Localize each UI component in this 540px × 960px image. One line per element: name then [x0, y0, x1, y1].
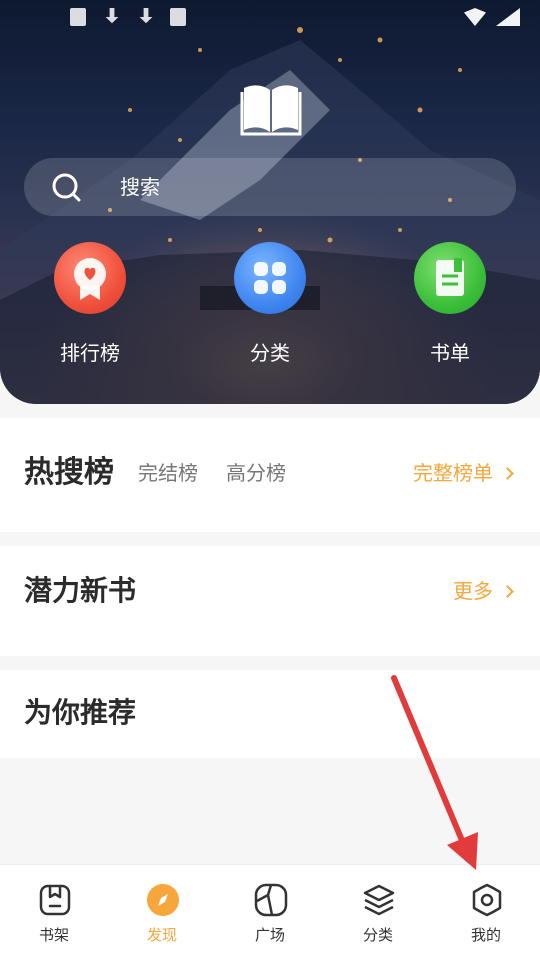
nav-label: 发现	[146, 926, 177, 944]
ranking-medal-icon	[54, 242, 126, 314]
search-placeholder: 搜索	[120, 175, 160, 199]
category-label: 分类	[250, 341, 290, 365]
download-icon	[139, 8, 153, 24]
open-book-logo-icon	[240, 85, 302, 136]
nav-item-discover[interactable]: 发现	[108, 865, 216, 960]
bookshelf-icon	[39, 884, 71, 916]
search-bar[interactable]: 搜索	[24, 158, 516, 216]
nav-item-category[interactable]: 分类	[324, 865, 432, 960]
more-label: 更多	[453, 579, 493, 603]
plaza-icon	[254, 883, 288, 917]
wifi-icon	[464, 8, 486, 26]
hero-banner: 搜索 排行榜 分类 书单	[0, 0, 540, 404]
ranking-label: 排行榜	[60, 341, 120, 365]
booklist-label: 书单	[430, 341, 470, 365]
category-entry[interactable]: 分类	[210, 242, 330, 366]
tab-hot-search[interactable]: 热搜榜	[24, 454, 114, 492]
image-notification-icon	[70, 8, 86, 26]
nav-label: 广场	[254, 926, 285, 944]
tab-finished[interactable]: 完结榜	[138, 460, 198, 486]
recommend-section: 为你推荐	[0, 670, 540, 758]
nav-item-bookshelf[interactable]: 书架	[0, 865, 108, 960]
hot-search-section: 热搜榜 完结榜 高分榜 完整榜单	[0, 418, 540, 532]
potential-books-section: 潜力新书 更多	[0, 546, 540, 656]
more-link[interactable]: 更多	[453, 578, 514, 604]
bottom-nav: 书架 发现 广场 分类 我的	[0, 864, 540, 960]
nav-label: 我的	[470, 926, 501, 944]
compass-icon	[147, 884, 179, 916]
booklist-entry[interactable]: 书单	[390, 242, 510, 366]
status-bar	[0, 0, 540, 36]
chevron-right-icon	[501, 466, 514, 480]
layers-icon	[363, 884, 395, 916]
nav-item-mine[interactable]: 我的	[432, 865, 540, 960]
chevron-right-icon	[501, 584, 514, 598]
booklist-icon	[414, 242, 486, 314]
search-icon	[52, 173, 81, 202]
section-title: 为你推荐	[24, 696, 137, 729]
app-notification-icon	[170, 8, 186, 26]
download-icon	[105, 8, 119, 24]
nav-label: 分类	[362, 926, 393, 944]
signal-icon	[496, 8, 520, 26]
ranking-entry[interactable]: 排行榜	[30, 242, 150, 366]
full-ranking-link[interactable]: 完整榜单	[413, 460, 514, 486]
nav-label: 书架	[38, 926, 69, 944]
category-grid-icon	[234, 242, 306, 314]
gear-icon	[472, 883, 502, 917]
full-ranking-label: 完整榜单	[413, 461, 493, 485]
nav-item-plaza[interactable]: 广场	[216, 865, 324, 960]
section-title: 潜力新书	[24, 574, 137, 607]
tab-high-score[interactable]: 高分榜	[226, 460, 286, 486]
